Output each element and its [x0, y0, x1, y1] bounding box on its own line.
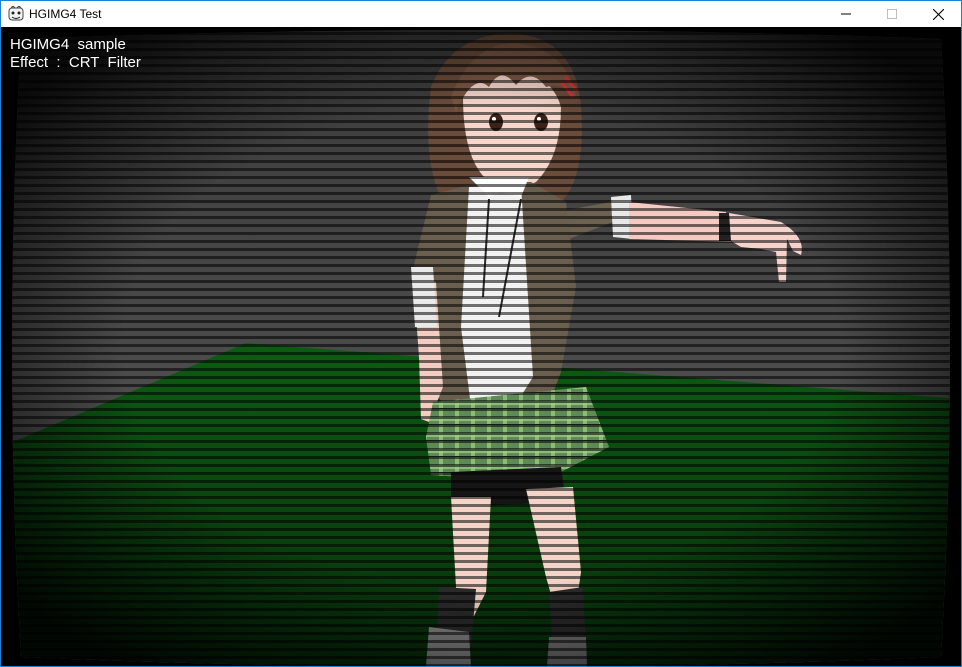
app-icon[interactable]: [8, 6, 24, 22]
maximize-button[interactable]: [869, 1, 915, 27]
title-bar[interactable]: HGIMG4 Test: [1, 1, 961, 27]
close-icon: [932, 8, 944, 20]
maximize-icon: [887, 9, 897, 19]
window-title: HGIMG4 Test: [29, 7, 102, 21]
app-window: HGIMG4 Test HGIMG4 sample Effect: CRT F…: [0, 0, 962, 667]
minimize-icon: [841, 13, 851, 15]
close-button[interactable]: [915, 1, 961, 27]
overlay-effect-label: Effect : CRT Filter: [10, 54, 141, 71]
render-viewport[interactable]: HGIMG4 sample Effect : CRT Filter: [1, 27, 961, 666]
crt-scene: [1, 27, 961, 666]
minimize-button[interactable]: [823, 1, 869, 27]
overlay-title: HGIMG4 sample: [10, 36, 126, 53]
